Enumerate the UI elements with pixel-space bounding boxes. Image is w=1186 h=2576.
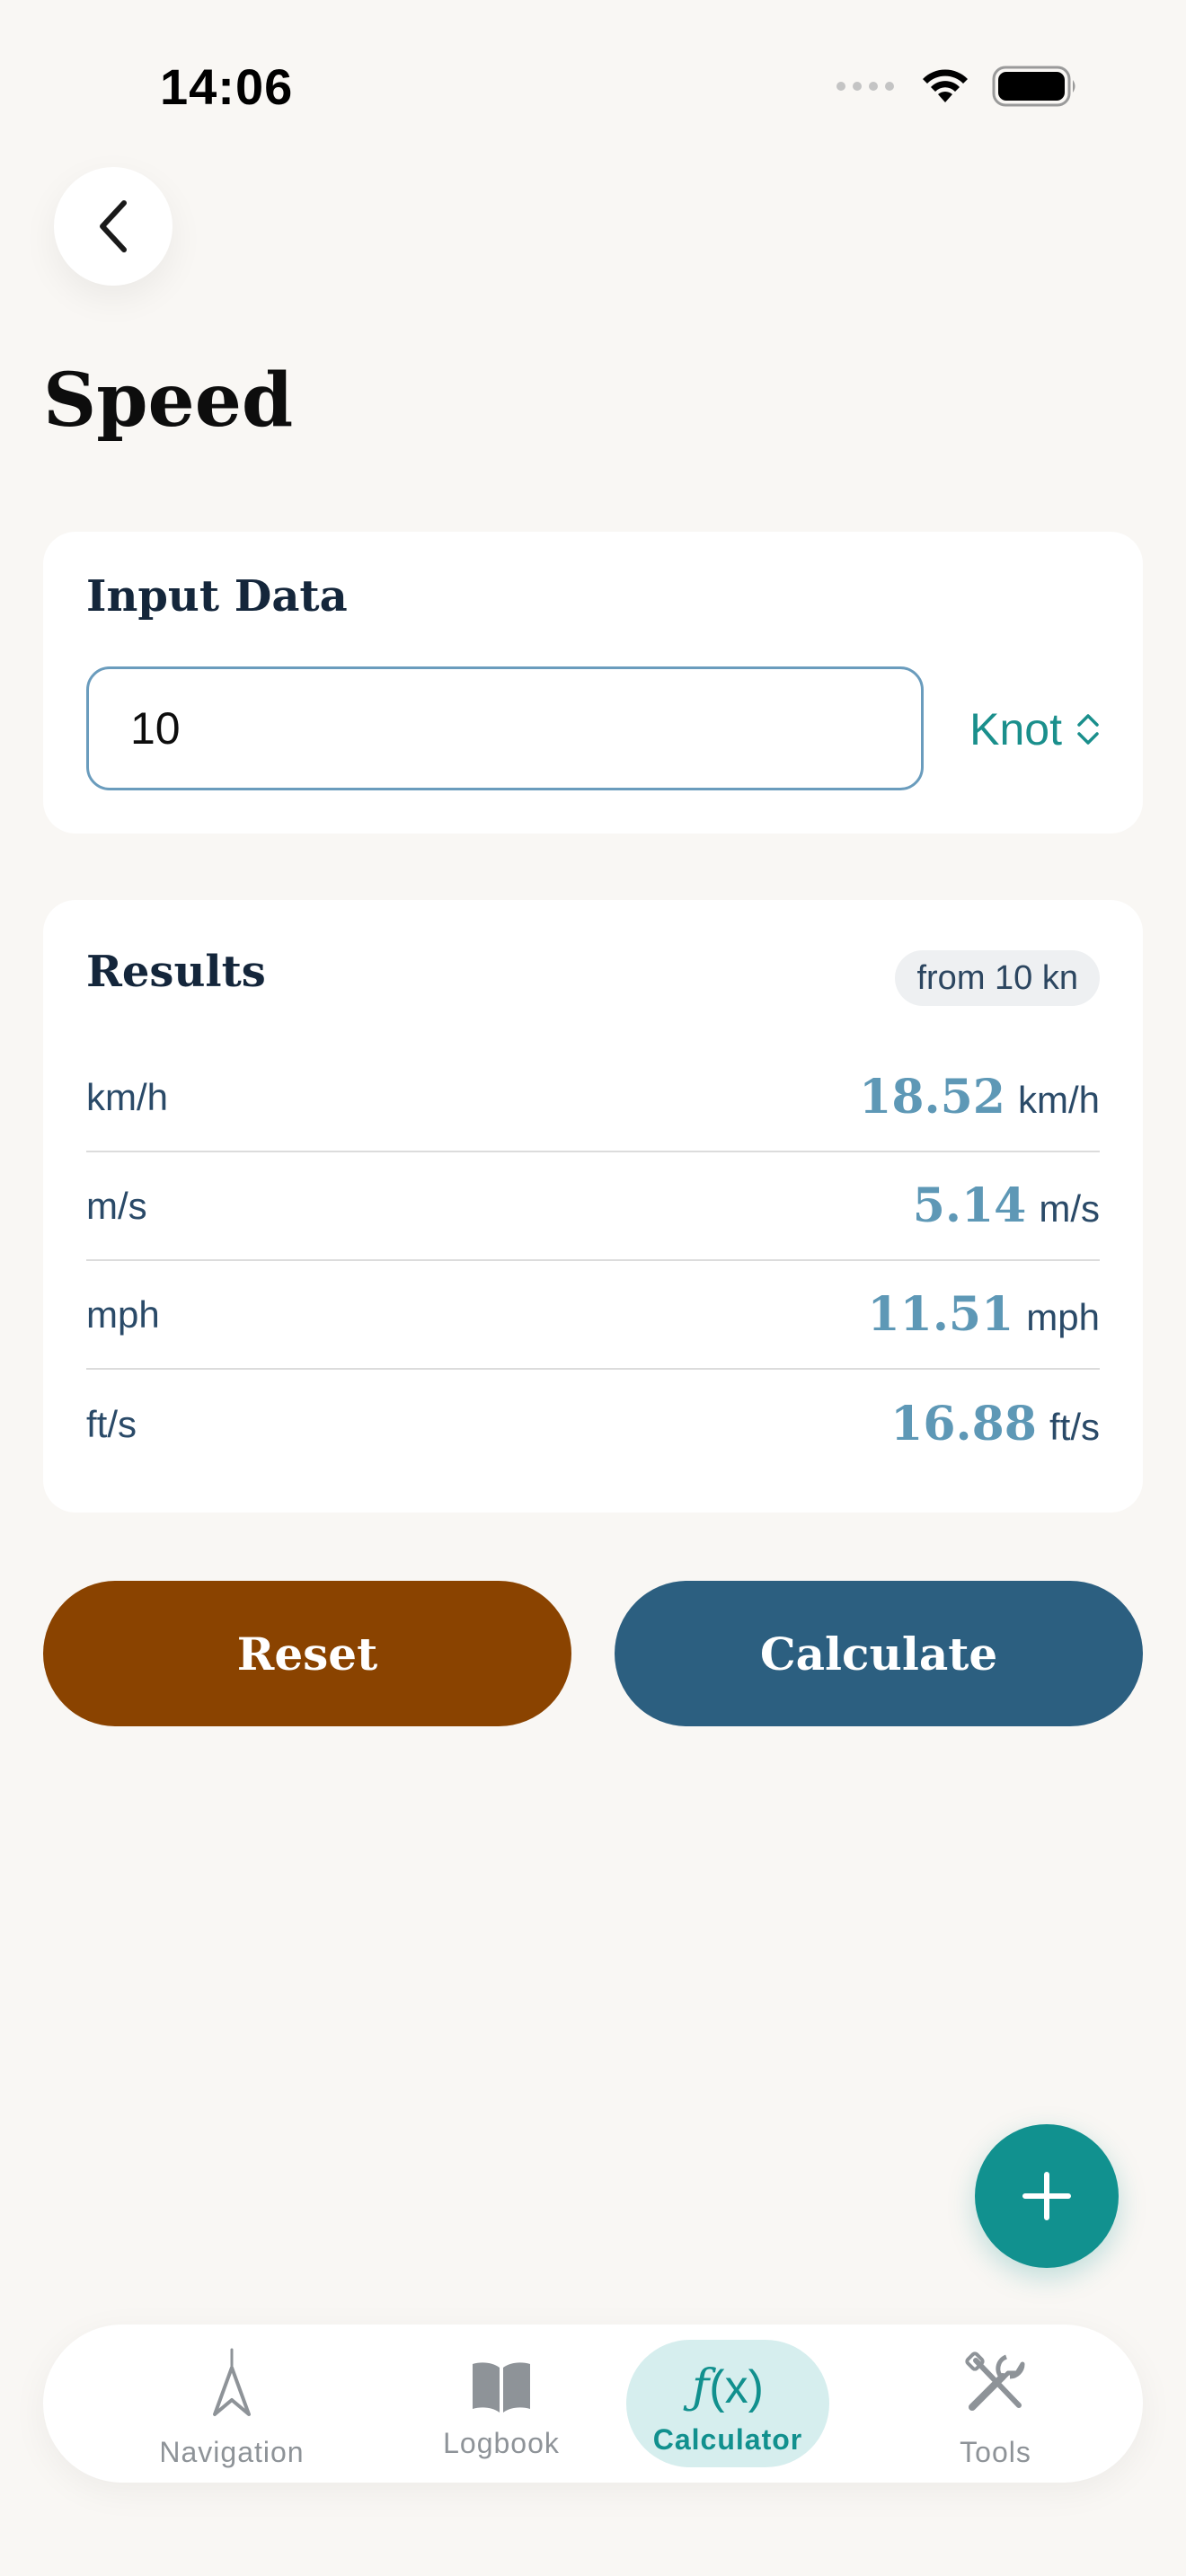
result-unit-label: ft/s [86,1402,137,1445]
tab-label: Calculator [652,2423,803,2456]
tab-tools[interactable]: Tools [861,2325,1130,2483]
wifi-icon [918,66,972,110]
status-time: 14:06 [160,58,294,115]
tab-calculator[interactable]: ƒ(x) Calculator [593,2325,863,2483]
chevron-up-down-icon [1077,714,1099,745]
result-unit-suffix: m/s [1039,1187,1100,1230]
input-data-card: Input Data Knot [43,532,1143,834]
calculate-button[interactable]: Calculate [615,1581,1143,1726]
result-row: m/s 5.14 m/s [86,1152,1100,1261]
chevron-left-icon [100,200,127,252]
tab-navigation[interactable]: Navigation [97,2325,367,2483]
result-row: km/h 18.52 km/h [86,1044,1100,1152]
result-unit-suffix: ft/s [1049,1406,1100,1448]
results-card: Results from 10 kn km/h 18.52 km/h m/s 5… [43,900,1143,1513]
result-unit-label: km/h [86,1075,169,1118]
bottom-tab-bar: Navigation Logbook ƒ(x) Calculator Tools [43,2325,1143,2483]
tab-label: Tools [960,2436,1031,2468]
function-icon: ƒ(x) [692,2360,764,2414]
result-unit-label: m/s [86,1184,147,1227]
speed-value-input[interactable] [86,666,924,790]
result-value: 5.14 [912,1178,1027,1233]
result-value: 18.52 [859,1070,1005,1125]
tools-icon [965,2351,1025,2411]
results-card-title: Results [86,947,266,997]
result-row: mph 11.51 mph [86,1261,1100,1370]
result-unit-suffix: km/h [1017,1079,1100,1121]
result-row: ft/s 16.88 ft/s [86,1370,1100,1478]
page-title: Speed [43,357,294,444]
source-badge: from 10 kn [895,950,1100,1006]
plus-icon [1022,2172,1071,2220]
unit-select-label: Knot [969,704,1062,754]
back-button[interactable] [54,167,173,286]
status-icons [836,65,1078,111]
status-bar: 14:06 [0,0,1186,171]
input-card-title: Input Data [86,571,348,622]
tab-label: Navigation [159,2436,305,2468]
result-value: 11.51 [867,1287,1014,1342]
result-value: 16.88 [890,1397,1037,1451]
result-unit-suffix: mph [1026,1296,1100,1338]
reset-button[interactable]: Reset [43,1581,571,1726]
add-fab-button[interactable] [975,2124,1119,2268]
book-icon [473,2362,530,2413]
unit-select[interactable]: Knot [969,697,1100,762]
result-unit-label: mph [86,1292,160,1336]
battery-icon [992,66,1078,111]
signal-icon [836,80,898,97]
compass-icon [213,2348,251,2416]
